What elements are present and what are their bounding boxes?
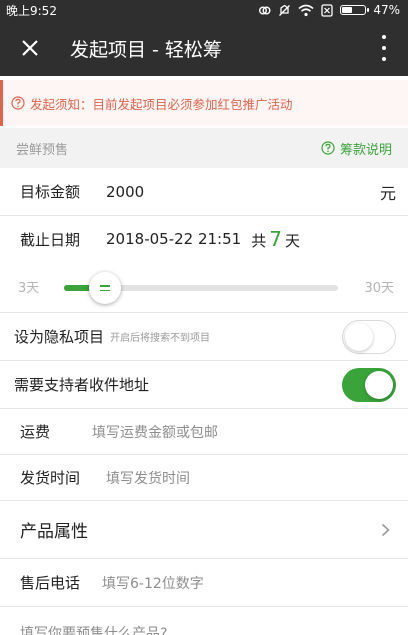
section-title: 尝鲜预售 <box>16 142 69 158</box>
shipping-fee-input[interactable]: 填写运费金额或包邮 <box>92 422 218 442</box>
target-amount-row[interactable]: 目标金额 2000 元 <box>0 168 408 216</box>
funding-help-link[interactable]: 筹款说明 <box>321 139 392 158</box>
privacy-label: 设为隐私项目 <box>14 328 105 346</box>
ship-time-input[interactable]: 填写发货时间 <box>106 468 190 488</box>
battery-percent: 47% <box>373 3 400 17</box>
after-sale-label: 售后电话 <box>20 574 81 592</box>
link-icon <box>259 6 271 14</box>
slider-min-label: 3天 <box>18 281 40 296</box>
shipping-fee-label: 运费 <box>20 423 51 441</box>
description-row[interactable]: 填写你要预售什么产品? <box>0 607 408 635</box>
page-title: 发起项目 - 轻松筹 <box>70 38 222 61</box>
product-attr-row[interactable]: 产品属性 <box>0 501 408 559</box>
deadline-slider-row: 3天 30天 <box>0 262 408 313</box>
deadline-days: 共7天 <box>251 227 300 251</box>
after-sale-input[interactable]: 填写6-12位数字 <box>102 573 204 593</box>
question-circle-icon <box>11 96 25 110</box>
deadline-row[interactable]: 截止日期 2018-05-22 21:51 共7天 <box>0 216 408 262</box>
product-attr-label: 产品属性 <box>20 522 88 542</box>
more-vert-icon <box>382 35 386 39</box>
question-circle-icon <box>321 141 335 155</box>
mute-icon <box>279 4 291 16</box>
funding-help-label: 筹款说明 <box>339 142 392 158</box>
status-bar: 晚上9:52 47% <box>0 0 408 20</box>
no-sim-icon <box>321 3 333 17</box>
status-time: 晚上9:52 <box>6 3 57 18</box>
notice-banner: 发起须知：目前发起项目必须参加红包推广活动 <box>0 80 408 126</box>
status-icons: 47% <box>258 3 400 17</box>
slider-thumb[interactable] <box>88 272 121 304</box>
deadline-label: 截止日期 <box>20 230 81 249</box>
wifi-icon <box>298 4 314 16</box>
battery-icon <box>340 5 370 15</box>
address-row: 需要支持者收件地址 <box>0 361 408 409</box>
battery-fill <box>342 7 352 13</box>
shipping-fee-row[interactable]: 运费 填写运费金额或包邮 <box>0 409 408 455</box>
deadline-date[interactable]: 2018-05-22 21:51 <box>106 230 241 248</box>
target-amount-label: 目标金额 <box>20 183 81 201</box>
ship-time-label: 发货时间 <box>20 469 81 487</box>
privacy-row: 设为隐私项目 开启后将搜索不到项目 <box>0 313 408 361</box>
privacy-hint: 开启后将搜索不到项目 <box>110 333 211 344</box>
address-label: 需要支持者收件地址 <box>14 376 150 394</box>
more-menu-button[interactable] <box>374 35 394 61</box>
target-amount-input[interactable]: 2000 <box>106 183 144 201</box>
slider-max-label: 30天 <box>364 281 394 296</box>
description-input[interactable]: 填写你要预售什么产品? <box>20 623 167 635</box>
deadline-days-count: 7 <box>269 227 282 251</box>
notice-text: 发起须知：目前发起项目必须参加红包推广活动 <box>30 96 293 112</box>
chevron-right-icon <box>381 523 390 536</box>
close-icon <box>22 40 38 56</box>
ship-time-row[interactable]: 发货时间 填写发货时间 <box>0 455 408 501</box>
section-header: 尝鲜预售 筹款说明 <box>0 128 408 168</box>
deadline-slider[interactable] <box>64 272 338 304</box>
close-button[interactable] <box>0 20 60 76</box>
screen: 晚上9:52 47% 发起项目 - 轻松筹 发起须知：目前发起项目必须参加红包推… <box>0 0 408 635</box>
target-amount-unit: 元 <box>379 183 396 203</box>
address-toggle[interactable] <box>342 367 396 402</box>
after-sale-row[interactable]: 售后电话 填写6-12位数字 <box>0 559 408 607</box>
app-bar: 发起项目 - 轻松筹 <box>0 20 408 76</box>
privacy-toggle[interactable] <box>342 319 396 354</box>
